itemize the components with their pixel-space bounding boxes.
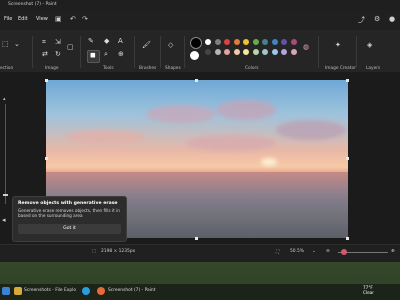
- start-icon[interactable]: [2, 287, 10, 295]
- group-label-image-creator: Image Creator: [325, 66, 356, 71]
- palette-swatch[interactable]: [252, 39, 259, 45]
- palette-swatch[interactable]: [214, 49, 221, 55]
- weather-widget[interactable]: 77°F Clear: [363, 285, 374, 295]
- resize-handle-e[interactable]: [346, 157, 349, 160]
- image-size-icon: ⬚: [92, 249, 97, 254]
- group-label-shapes: Shapes: [165, 66, 181, 71]
- palette-swatch[interactable]: [290, 49, 297, 55]
- resize-handle-se[interactable]: [346, 237, 349, 240]
- palette-swatch[interactable]: [271, 39, 278, 45]
- selection-dropdown-icon[interactable]: ⌄: [14, 40, 20, 48]
- color-picker-icon[interactable]: ⌕: [104, 50, 108, 59]
- zoom-dropdown-icon[interactable]: ⌄: [312, 249, 316, 254]
- edge-icon[interactable]: [82, 287, 90, 295]
- palette-swatch[interactable]: [224, 49, 230, 55]
- layers-icon[interactable]: ◈: [367, 41, 372, 49]
- secondary-color-swatch[interactable]: [190, 51, 199, 60]
- paint-window: Screenshot (7) - Paint File Edit View ▣ …: [0, 0, 400, 262]
- menu-bar: File Edit View ▣ ↶ ↷ ⤴ ⚙ ●: [0, 13, 400, 27]
- fit-screen-icon[interactable]: ⛶: [276, 249, 279, 255]
- group-label-tools: Tools: [103, 66, 114, 71]
- group-label-selection: ection: [0, 66, 14, 71]
- scroll-up-icon[interactable]: ▴: [3, 96, 6, 102]
- resize-icon[interactable]: ⇲: [55, 38, 61, 46]
- pencil-icon[interactable]: ✎: [88, 37, 94, 45]
- eraser-icon: ◼: [90, 51, 96, 59]
- resize-handle-w[interactable]: [45, 157, 48, 160]
- group-label-layers: Layers: [366, 66, 381, 71]
- palette-swatch[interactable]: [233, 39, 240, 45]
- image-dimensions: 2198 × 1235px: [101, 249, 136, 254]
- zoom-slider-thumb[interactable]: [341, 249, 347, 255]
- vertical-scrollbar[interactable]: [3, 96, 9, 226]
- status-bar: ⬚ 2198 × 1235px ⛶ 50.5% ⌄ ⊖ ⊕: [0, 244, 400, 262]
- palette-swatch[interactable]: [205, 39, 211, 45]
- palette-swatch[interactable]: [281, 49, 287, 55]
- taskbar-item-explorer[interactable]: Screenshots - File Explo: [24, 288, 76, 293]
- resize-handle-s[interactable]: [195, 237, 198, 240]
- rotate-icon[interactable]: ↻: [55, 50, 61, 58]
- scrollbar-thumb[interactable]: [3, 194, 8, 196]
- window-title: Screenshot (7) - Paint: [8, 2, 57, 7]
- palette-swatch[interactable]: [262, 49, 268, 55]
- palette-swatch[interactable]: [271, 49, 278, 55]
- palette-swatch[interactable]: [205, 49, 211, 55]
- eraser-tool-selected[interactable]: ◼: [87, 50, 100, 63]
- palette-swatch[interactable]: [243, 39, 249, 45]
- primary-color-swatch[interactable]: [190, 37, 202, 49]
- palette-swatch[interactable]: [252, 49, 259, 55]
- settings-icon[interactable]: ⚙: [374, 15, 380, 23]
- got-it-button[interactable]: Got it: [18, 224, 121, 234]
- edit-colors-icon[interactable]: ◍: [303, 43, 309, 51]
- resize-handle-nw[interactable]: [45, 79, 48, 82]
- group-label-image: Image: [45, 66, 59, 71]
- resize-handle-ne[interactable]: [346, 79, 349, 82]
- palette-swatch[interactable]: [233, 49, 240, 55]
- account-icon[interactable]: ●: [389, 15, 395, 23]
- crop-icon[interactable]: ⌗: [42, 38, 46, 47]
- shapes-icon[interactable]: ◇: [168, 41, 173, 49]
- text-icon[interactable]: A: [118, 37, 123, 45]
- palette-swatch[interactable]: [214, 39, 221, 45]
- paint-taskbar-icon[interactable]: [97, 287, 105, 295]
- zoom-in-icon[interactable]: ⊕: [391, 249, 395, 254]
- undo-icon[interactable]: ↶: [70, 15, 76, 23]
- resize-handle-n[interactable]: [195, 79, 198, 82]
- group-label-colors: Colors: [245, 66, 259, 71]
- generative-erase-tip: Remove objects with generative erase Gen…: [12, 196, 127, 242]
- tooltip-anchor-icon: ◂: [2, 216, 6, 224]
- menu-file[interactable]: File: [4, 16, 12, 22]
- selection-icon[interactable]: ⬚: [2, 40, 9, 48]
- weather-condition: Clear: [363, 290, 374, 295]
- tip-body: Generative erase removes objects, then f…: [18, 208, 120, 219]
- redo-icon[interactable]: ↷: [82, 15, 88, 23]
- palette-swatch[interactable]: [224, 39, 230, 45]
- brushes-icon[interactable]: 🖌: [142, 41, 151, 49]
- image-creator-icon[interactable]: ✦: [335, 41, 341, 49]
- share-icon[interactable]: ⤴: [358, 15, 365, 25]
- menu-view[interactable]: View: [36, 16, 48, 22]
- zoom-level[interactable]: 50.5%: [290, 249, 304, 254]
- taskbar: Screenshots - File Explo Screenshot (7) …: [0, 284, 400, 300]
- remove-background-icon[interactable]: ▢: [67, 43, 74, 51]
- fill-icon[interactable]: ◆: [104, 37, 109, 45]
- save-icon[interactable]: ▣: [55, 15, 62, 23]
- menu-edit[interactable]: Edit: [18, 16, 28, 22]
- flip-icon[interactable]: ⇄: [42, 50, 48, 58]
- tip-heading: Remove objects with generative erase: [18, 201, 118, 206]
- palette-swatch[interactable]: [290, 39, 297, 45]
- taskbar-item-paint[interactable]: Screenshot (7) - Paint: [108, 288, 155, 293]
- palette-swatch[interactable]: [281, 39, 287, 45]
- title-bar: Screenshot (7) - Paint: [0, 0, 400, 10]
- palette-swatch[interactable]: [262, 39, 268, 45]
- ribbon-toolbar: ⬚ ⌄ ⌗ ⇲ ⇄ ↻ ▢ ✎ ◆ A ⌕ ⊕ 🖌 ◇ ◍ ✦ ◈ ection…: [0, 30, 400, 73]
- group-label-brushes: Brushes: [139, 66, 157, 71]
- zoom-out-icon[interactable]: ⊖: [326, 249, 330, 254]
- magnifier-icon[interactable]: ⊕: [118, 50, 124, 58]
- file-explorer-icon[interactable]: [14, 287, 22, 295]
- palette-swatch[interactable]: [243, 49, 249, 55]
